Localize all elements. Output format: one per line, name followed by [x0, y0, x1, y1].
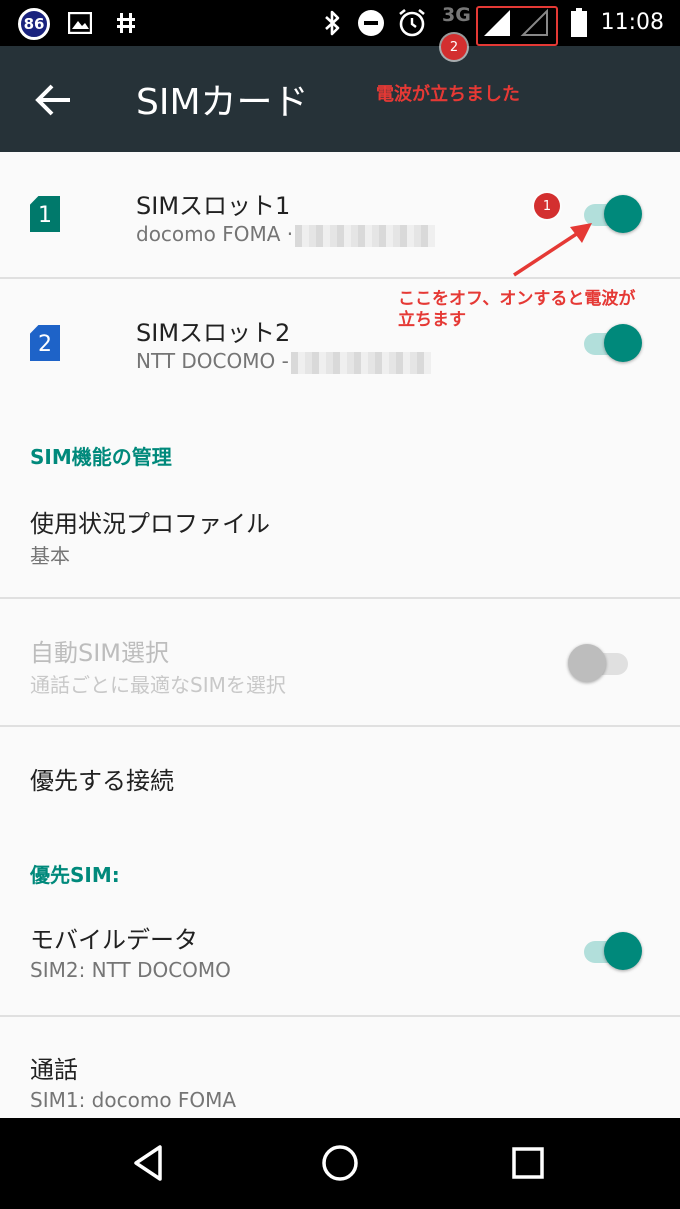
- auto-sim-selection-row: 自動SIM選択 通話ごとに最適なSIMを選択: [0, 599, 680, 726]
- section-header-sim-management: SIM機能の管理: [30, 445, 172, 469]
- nav-back-button[interactable]: [128, 1141, 172, 1185]
- page-title: SIMカード: [136, 82, 309, 123]
- nav-recents-button[interactable]: [506, 1141, 550, 1185]
- preferred-connection-row[interactable]: 優先する接続: [0, 727, 680, 827]
- calls-row[interactable]: 通話 SIM1: docomo FOMA: [0, 1017, 680, 1118]
- sim-slot-2-subtitle: NTT DOCOMO -: [136, 349, 431, 374]
- section-header-preferred-sim: 優先SIM:: [30, 863, 120, 887]
- mobile-data-row[interactable]: モバイルデータ SIM2: NTT DOCOMO: [0, 900, 680, 1016]
- auto-sim-selection-subtitle: 通話ごとに最適なSIMを選択: [30, 673, 286, 697]
- usage-profile-value: 基本: [30, 544, 70, 568]
- sim-slot-1-title: SIMスロット1: [136, 192, 291, 220]
- square-recents-icon: [512, 1147, 544, 1179]
- usage-profile-row[interactable]: 使用状況プロファイル 基本: [0, 488, 680, 598]
- network-type-label: 3G: [442, 4, 471, 26]
- mobile-data-title: モバイルデータ: [30, 926, 198, 954]
- arrow-back-icon: [35, 84, 70, 116]
- mobile-data-toggle[interactable]: [582, 929, 644, 973]
- navigation-bar: [0, 1118, 680, 1209]
- do-not-disturb-icon: [356, 0, 386, 46]
- auto-sim-selection-toggle: [568, 641, 630, 685]
- circle-home-icon: [322, 1145, 358, 1181]
- sim-slot-1-subtitle: docomo FOMA ·: [136, 222, 436, 247]
- calls-title: 通話: [30, 1056, 78, 1084]
- sim-card-1-icon: 1: [30, 196, 60, 232]
- auto-sim-selection-title: 自動SIM選択: [30, 639, 170, 667]
- notification-count-badge: 86: [18, 8, 50, 40]
- status-bar-clock: 11:08: [600, 10, 664, 35]
- sim-slot-2-title: SIMスロット2: [136, 319, 291, 347]
- calls-subtitle: SIM1: docomo FOMA: [30, 1088, 237, 1112]
- annotation-signal-note: 電波が立ちました: [376, 84, 520, 105]
- usb-debug-icon: [114, 0, 138, 46]
- sim-card-2-icon: 2: [30, 325, 60, 361]
- image-icon: [66, 0, 94, 46]
- annotation-toggle-note-line2: 立ちます: [398, 310, 466, 330]
- back-button[interactable]: [30, 76, 78, 124]
- redacted-number: [290, 351, 431, 374]
- annotation-badge-2: 2: [441, 34, 467, 60]
- redacted-number: [295, 224, 436, 247]
- battery-icon: [566, 0, 592, 46]
- alarm-icon: [396, 0, 428, 46]
- status-bar: 86 3G 11:08: [0, 0, 680, 46]
- mobile-data-subtitle: SIM2: NTT DOCOMO: [30, 958, 231, 982]
- preferred-connection-title: 優先する接続: [30, 767, 174, 795]
- sim-slot-2-toggle[interactable]: [582, 321, 644, 365]
- annotation-arrow: [513, 223, 592, 277]
- app-bar: SIMカード: [0, 46, 680, 152]
- nav-home-button[interactable]: [318, 1141, 362, 1185]
- triangle-back-icon: [134, 1145, 162, 1181]
- bluetooth-icon: [320, 0, 344, 46]
- usage-profile-title: 使用状況プロファイル: [30, 510, 270, 538]
- signal-highlight-box: [476, 6, 558, 46]
